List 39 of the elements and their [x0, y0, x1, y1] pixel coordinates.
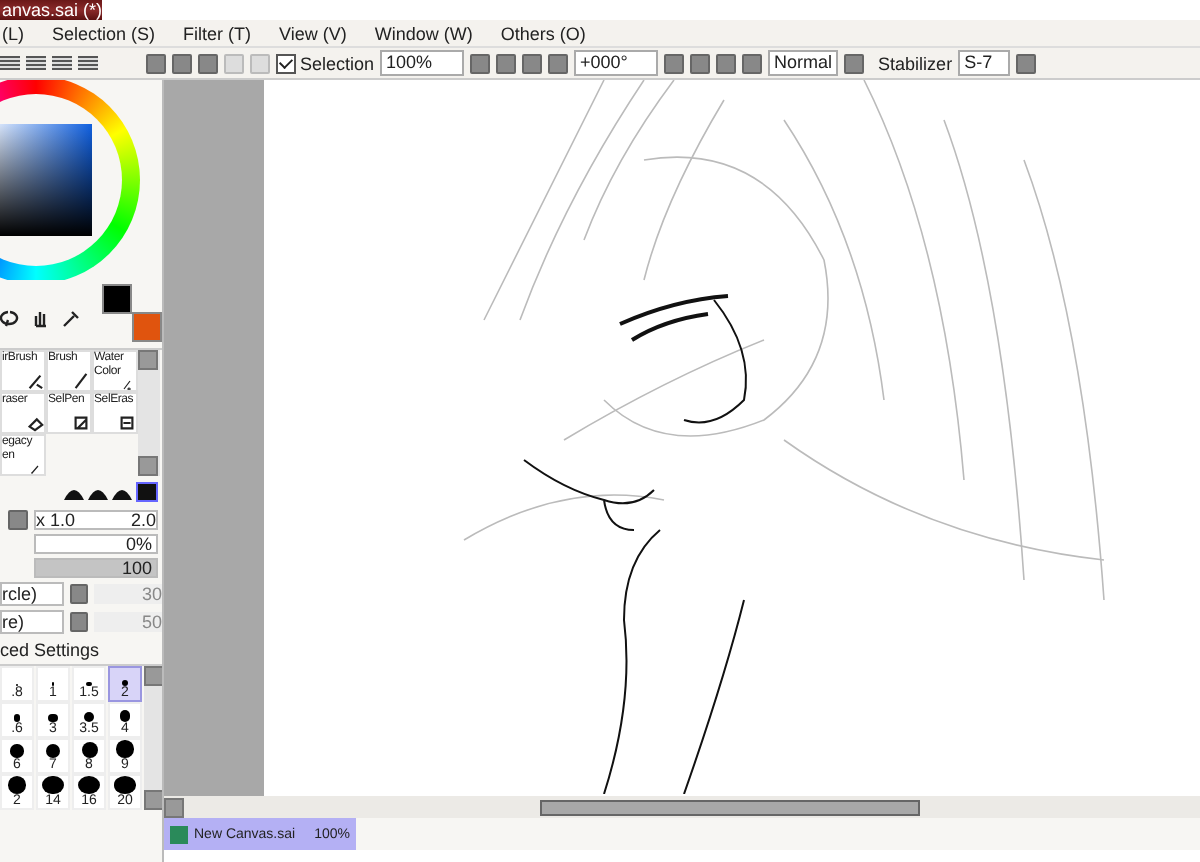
brush-shape-field[interactable]: rcle) [0, 582, 64, 606]
background-color-swatch[interactable] [132, 312, 162, 342]
foreground-color-swatch[interactable] [102, 284, 133, 314]
dropdown-button[interactable] [470, 53, 491, 73]
scroll-left-button[interactable] [164, 797, 184, 817]
texture-field[interactable]: re) [0, 610, 64, 634]
stabilizer-label: Stabilizer [878, 53, 953, 73]
blend-mode-field[interactable]: Normal [768, 50, 839, 76]
window-title: anvas.sai (*) [0, 0, 103, 20]
menu-item[interactable]: (L) [2, 23, 24, 43]
menu-item[interactable]: Filter (T) [183, 23, 252, 43]
tool-icon[interactable] [26, 414, 44, 432]
tool-icon[interactable] [118, 380, 136, 390]
tool-icon[interactable] [26, 464, 44, 474]
shape-value: 30 [94, 584, 162, 604]
selection-checkbox[interactable] [276, 53, 296, 73]
tool-icon[interactable] [72, 414, 90, 432]
density-slider[interactable]: 100 [34, 558, 158, 578]
min-size-slider[interactable]: 0% [34, 534, 158, 554]
scrollbar[interactable] [138, 350, 160, 476]
selection-label: Selection [300, 53, 375, 73]
dropdown-button[interactable] [1016, 53, 1037, 73]
menu-item[interactable]: View (V) [279, 23, 347, 43]
menu-item[interactable]: Window (W) [374, 23, 473, 43]
menu-item[interactable]: Others (O) [500, 23, 586, 43]
scrollbar-thumb[interactable] [540, 799, 920, 815]
texture-value: 50 [94, 612, 162, 632]
canvas-icon [170, 825, 188, 843]
tool-icon[interactable] [72, 372, 90, 390]
lasso-icon[interactable] [0, 308, 20, 328]
rotation-field[interactable]: +000° [574, 50, 659, 76]
dropdown-button[interactable] [664, 53, 685, 73]
stabilizer-field[interactable]: S-7 [958, 50, 1011, 76]
tool-icon[interactable] [26, 372, 44, 390]
scrollbar[interactable] [144, 666, 162, 810]
zoom-field[interactable]: 100% [380, 50, 465, 76]
tool-icon[interactable] [118, 414, 136, 432]
menu-item[interactable]: Selection (S) [52, 23, 156, 43]
brush-size-field[interactable]: x 1.0 2.0 [34, 510, 158, 530]
